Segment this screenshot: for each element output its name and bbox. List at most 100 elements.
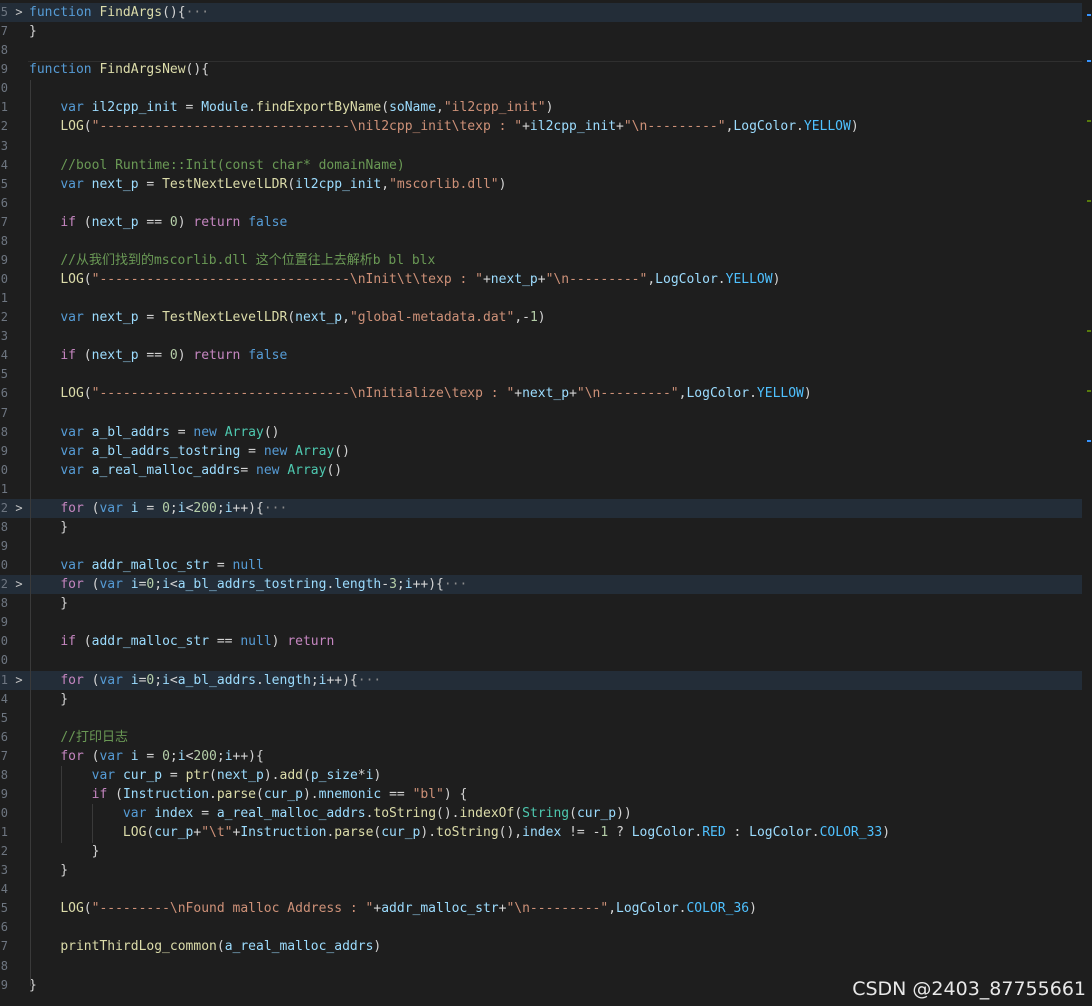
code-line[interactable]: 3 [0, 137, 1082, 156]
folded-code-line[interactable]: 2 > for (var i=0;i<a_bl_addrs_tostring.le… [0, 575, 1082, 595]
code-line[interactable]: 8 [0, 41, 1082, 60]
code-line[interactable]: 9 [0, 613, 1082, 632]
line-number: 5 [0, 901, 8, 916]
line-number: 4 [0, 882, 8, 897]
fold-chevron-icon[interactable]: > [13, 3, 25, 22]
line-number: 1 [0, 100, 8, 115]
code-line[interactable]: 4 //bool Runtime::Init(const char* domai… [0, 156, 1082, 175]
code-line[interactable]: 8 [0, 957, 1082, 976]
code-line[interactable]: 6 [0, 194, 1082, 213]
code-token: index [154, 805, 194, 821]
code-token: "mscorlib.dll" [389, 176, 499, 192]
code-line[interactable]: 7 printThirdLog_common(a_real_malloc_add… [0, 937, 1082, 956]
code-line[interactable]: 7 if (next_p == 0) return false [0, 213, 1082, 232]
code-token: i [162, 577, 170, 593]
code-line[interactable]: 0 LOG("--------------------------------\… [0, 270, 1082, 289]
code-token: ) [749, 901, 757, 917]
code-line[interactable]: 4 } [0, 690, 1082, 709]
code-editor[interactable]: 5 > function FindArgs(){··· 7} 8 9 function Fi… [0, 0, 1092, 1006]
code-line[interactable]: 9 [0, 537, 1082, 556]
line-number: 0 [0, 634, 8, 649]
code-line[interactable]: 9 function FindArgsNew(){ [0, 60, 1082, 79]
code-token: } [29, 863, 69, 879]
code-token: )) [616, 805, 632, 821]
code-token: next_p [295, 310, 343, 326]
fold-chevron-icon[interactable]: > [13, 575, 25, 594]
code-line[interactable]: 2 var next_p = TestNextLevelLDR(next_p,"… [0, 308, 1082, 327]
code-line[interactable]: 7 [0, 404, 1082, 423]
code-token: ++){ [326, 672, 358, 688]
code-line[interactable]: 4 if (next_p == 0) return false [0, 346, 1082, 365]
minimap[interactable] [1086, 0, 1092, 1006]
code-token: == [138, 348, 170, 364]
folded-code-line[interactable]: 5 > function FindArgs(){··· [0, 3, 1082, 22]
code-line[interactable]: 7 for (var i = 0;i<200;i++){ [0, 747, 1082, 766]
folded-code-line[interactable]: 1 > for (var i=0;i<a_bl_addrs.length;i++)… [0, 670, 1082, 690]
code-token: 200 [193, 748, 217, 764]
fold-chevron-icon[interactable]: > [13, 671, 25, 690]
code-line[interactable]: 8 var a_bl_addrs = new Array() [0, 423, 1082, 442]
code-token: = [138, 176, 163, 192]
code-line[interactable]: 8 } [0, 518, 1082, 537]
code-line[interactable]: 0 var a_real_malloc_addrs= new Array() [0, 461, 1082, 480]
code-line[interactable]: 9 if (Instruction.parse(cur_p).mnemonic … [0, 785, 1082, 804]
code-token: for [60, 748, 92, 764]
code-token: 3 [389, 577, 397, 593]
code-token: null [240, 634, 272, 650]
code-line[interactable]: 6 LOG("--------------------------------\… [0, 384, 1082, 403]
code-line[interactable]: 5 [0, 709, 1082, 728]
code-token: ) [545, 100, 554, 116]
line-number: 6 [0, 195, 8, 210]
code-text: } [29, 861, 68, 880]
code-token: * [357, 767, 366, 783]
code-line[interactable]: 1 [0, 480, 1082, 499]
code-line[interactable]: 5 [0, 365, 1082, 384]
code-line[interactable]: 5 LOG("---------\nFound malloc Address :… [0, 899, 1082, 918]
code-token: = [138, 310, 163, 326]
code-line[interactable]: 2 } [0, 842, 1082, 861]
code-line[interactable]: 3 } [0, 861, 1082, 880]
folded-code-line[interactable]: 2 > for (var i = 0;i<200;i++){··· [0, 498, 1082, 518]
code-line[interactable]: 3 [0, 327, 1082, 346]
line-number: 8 [0, 958, 8, 973]
code-line[interactable]: 9 var a_bl_addrs_tostring = new Array() [0, 442, 1082, 461]
code-token: cur_p [576, 805, 617, 821]
code-token: (){ [185, 62, 210, 78]
code-line[interactable]: 0 var index = a_real_malloc_addrs.toStri… [0, 804, 1082, 823]
code-token: i [130, 672, 139, 688]
code-token: var [60, 443, 92, 459]
code-line[interactable]: 8 [0, 232, 1082, 251]
code-token: ··· [263, 500, 288, 516]
code-line[interactable]: 1 var il2cpp_init = Module.findExportByN… [0, 98, 1082, 117]
code-line[interactable]: 0 [0, 651, 1082, 670]
code-line[interactable]: 7} [0, 22, 1082, 41]
code-token: Instruction [122, 786, 210, 802]
code-line[interactable]: 0 [0, 79, 1082, 98]
code-token: LOG [60, 386, 84, 402]
code-line[interactable]: 8 var cur_p = ptr(next_p).add(p_size*i) [0, 766, 1082, 785]
code-line[interactable]: 4 [0, 880, 1082, 899]
code-line[interactable]: 0 var addr_malloc_str = null [0, 556, 1082, 575]
code-token: var [91, 767, 123, 783]
code-line[interactable]: 5 var next_p = TestNextLevelLDR(il2cpp_i… [0, 175, 1082, 194]
code-line[interactable]: 0 if (addr_malloc_str == null) return [0, 632, 1082, 651]
code-token: ). [263, 767, 280, 783]
line-number: 0 [0, 462, 8, 477]
code-line[interactable]: 6 [0, 918, 1082, 937]
code-line[interactable]: 9 //从我们找到的mscorlib.dll 这个位置往上去解析b bl blx [0, 251, 1082, 270]
code-token: ( [83, 272, 92, 287]
fold-chevron-icon[interactable]: > [13, 499, 25, 518]
code-line[interactable]: 1 [0, 289, 1082, 308]
code-token: . [749, 386, 757, 402]
code-line[interactable]: 6 //打印日志 [0, 728, 1082, 747]
line-number: 3 [0, 863, 8, 878]
code-token: ( [83, 386, 92, 402]
code-line[interactable]: 8 } [0, 594, 1082, 613]
code-line[interactable]: 1 LOG(cur_p+"\t"+Instruction.parse(cur_p… [0, 823, 1082, 842]
code-line[interactable]: 2 LOG("--------------------------------\… [0, 117, 1082, 136]
code-token: cur_p [154, 825, 194, 840]
code-token: a_bl_addrs_tostring [177, 577, 327, 593]
